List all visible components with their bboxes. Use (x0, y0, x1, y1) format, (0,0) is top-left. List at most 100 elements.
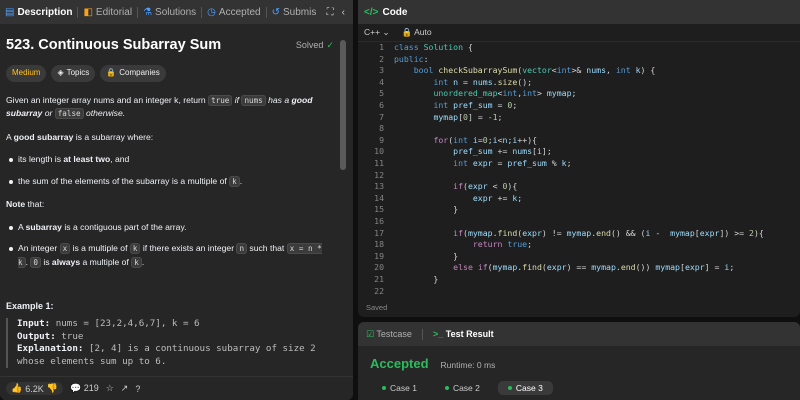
notes-list: A subarray is a contiguous part of the a… (6, 221, 336, 270)
thumbs-down-icon[interactable]: 👎 (47, 383, 58, 394)
share-icon[interactable]: ↗ (121, 383, 129, 394)
case-tab-1[interactable]: Case 1 (372, 381, 427, 395)
leetcode-workspace: ▤ Description ◧ Editorial ⚗ Solutions ◷ … (0, 0, 800, 400)
tab-solutions[interactable]: ⚗ Solutions (138, 0, 201, 24)
chevron-left-icon[interactable]: ‹ (342, 7, 345, 18)
book-icon: ◧ (83, 6, 93, 18)
line-number: 14 (374, 192, 384, 203)
code-line: mymap[0] = -1; (433, 111, 503, 122)
line-number: 4 (379, 76, 384, 87)
code-line: } (394, 204, 459, 215)
document-icon: ▤ (5, 6, 15, 18)
comments-button[interactable]: 💬 219 (70, 383, 99, 394)
chevron-down-icon: ⌄ (382, 27, 390, 37)
code-icon: </> (364, 6, 379, 18)
history-icon: ↺ (271, 6, 280, 18)
line-number: 19 (374, 250, 384, 261)
code-line: return true; (472, 239, 533, 250)
line-number: 13 (374, 181, 384, 192)
difficulty-badge[interactable]: Medium (6, 65, 47, 82)
code-line: bool checkSubarraySum(vector<int>& nums,… (413, 65, 656, 76)
result-panel: ☑ Testcase >_ Test Result Accepted Runti… (358, 322, 800, 400)
description-footer: 👍 6.2K 👎 💬 219 ☆ ↗ ? (0, 376, 353, 400)
companies-tag[interactable]: 🔒 Companies (100, 65, 166, 82)
tab-accepted[interactable]: ◷ Accepted (202, 0, 265, 24)
line-number: 12 (374, 169, 384, 180)
example-output: Output: true (17, 330, 84, 342)
example-explanation-cont: whose elements sum up to 6. (17, 355, 167, 367)
case-tab-2[interactable]: Case 2 (435, 381, 490, 395)
check-circle-icon: ✓ (326, 39, 334, 50)
code-line: int pref_sum = 0; (433, 100, 518, 110)
line-number: 18 (374, 239, 384, 250)
example-title: Example 1: (6, 301, 54, 311)
line-number: 21 (374, 274, 384, 284)
code-line: int n = nums.size(); (433, 76, 533, 87)
description-panel: ▤ Description ◧ Editorial ⚗ Solutions ◷ … (0, 0, 353, 400)
code-line: if(mymap.find(expr) != mymap.end() && (i… (453, 227, 764, 238)
code-line: expr += k; (472, 192, 523, 203)
star-icon[interactable]: ☆ (106, 383, 114, 394)
flask-icon: ⚗ (143, 6, 153, 18)
list-item: its length is at least two, and (6, 153, 336, 166)
thumbs-up-icon: 👍 (11, 383, 23, 393)
code-line: } (394, 274, 439, 284)
tab-description[interactable]: ▤ Description (0, 0, 77, 24)
help-icon[interactable]: ? (135, 384, 140, 394)
line-number: 22 (374, 285, 384, 296)
code-line: pref_sum += nums[i]; (453, 146, 552, 157)
code-panel: </> Code C++ ⌄ 🔒 Auto 1 2 3 4 5 6 7 8 9 … (358, 0, 800, 317)
tab-test-result[interactable]: >_ Test Result (433, 329, 494, 339)
code-header: </> Code (358, 0, 800, 24)
tag-row: Medium ◈ Topics 🔒 Companies (6, 65, 336, 82)
pass-dot-icon (507, 386, 512, 390)
tab-editorial[interactable]: ◧ Editorial (78, 0, 137, 24)
comment-icon: 💬 (69, 383, 82, 393)
tab-testcase[interactable]: ☑ Testcase (366, 329, 412, 340)
line-number: 8 (379, 123, 384, 134)
topics-tag[interactable]: ◈ Topics (51, 65, 96, 82)
expand-icon[interactable]: ⛶ (327, 7, 334, 18)
example-explanation: Explanation: [2, 4] is a continuous suba… (17, 343, 316, 354)
result-summary: Accepted Runtime: 0 ms (358, 346, 800, 371)
editor-toolbar: C++ ⌄ 🔒 Auto (358, 24, 800, 42)
line-number: 10 (374, 146, 384, 157)
example-input: Input: nums = [23,2,4,6,7], k = 6 (17, 318, 200, 329)
auto-mode[interactable]: 🔒 Auto (402, 27, 432, 38)
description-tabs: ▤ Description ◧ Editorial ⚗ Solutions ◷ … (0, 0, 353, 24)
code-line: for(int i=0;i<n;i++){ (433, 134, 538, 145)
line-number: 3 (379, 65, 384, 76)
code-editor[interactable]: 1 2 3 4 5 6 7 8 9 10 11 12 13 14 15 16 1… (358, 42, 800, 296)
panel-tools: ⛶ ‹ (327, 7, 353, 18)
language-select[interactable]: C++ ⌄ (364, 27, 390, 38)
line-number: 17 (374, 227, 384, 238)
page-title[interactable]: 523. Continuous Subarray Sum (6, 38, 221, 52)
code-line: public: (394, 53, 429, 64)
line-number: 2 (379, 53, 384, 64)
line-number: 1 (379, 42, 384, 52)
like-button[interactable]: 👍 6.2K 👎 (6, 382, 63, 395)
saved-status: Saved (366, 303, 388, 312)
lock-icon: 🔒 (401, 27, 413, 37)
tab-separator (421, 328, 423, 340)
list-item: An integer x is a multiple of k if there… (6, 242, 336, 269)
result-tabs: ☑ Testcase >_ Test Result (358, 322, 800, 346)
example-block: Input: nums = [23,2,4,6,7], k = 6 Output… (6, 318, 336, 368)
list-item: the sum of the elements of the subarray … (6, 175, 336, 189)
tab-submissions[interactable]: ↺ Submis (267, 0, 322, 24)
line-number: 16 (374, 216, 384, 226)
code-line: class Solution { (394, 42, 473, 52)
code-line: if(expr < 0){ (453, 181, 518, 192)
pass-dot-icon (382, 386, 386, 390)
problem-statement: Given an integer array nums and an integ… (6, 94, 313, 119)
title-row: 523. Continuous Subarray Sum Solved ✓ (6, 33, 336, 57)
problem-description: 523. Continuous Subarray Sum Solved ✓ Me… (6, 33, 336, 279)
code-line: unordered_map<int,int> mymap; (433, 88, 577, 99)
result-status: Accepted (370, 356, 429, 371)
checkbox-icon: ☑ (366, 328, 375, 339)
solved-status: Solved ✓ (295, 39, 334, 50)
description-scrollbar[interactable] (340, 40, 346, 170)
line-number: 6 (379, 100, 384, 110)
case-tab-3[interactable]: Case 3 (497, 381, 553, 395)
line-number: 20 (374, 262, 384, 273)
